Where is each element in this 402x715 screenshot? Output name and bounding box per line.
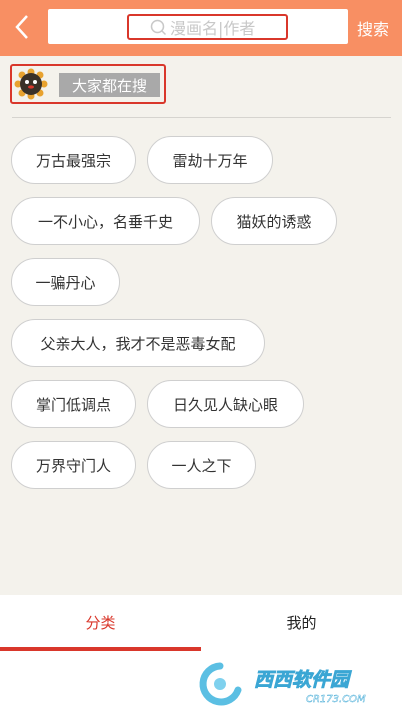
tab-mine[interactable]: 我的 bbox=[201, 595, 402, 649]
search-placeholder: 漫画名|作者 bbox=[170, 19, 256, 38]
search-field[interactable]: 漫画名|作者 bbox=[48, 9, 348, 44]
search-icon bbox=[150, 19, 167, 35]
hot-tag[interactable]: 猫妖的诱惑 bbox=[211, 197, 337, 245]
hot-tag[interactable]: 万界守门人 bbox=[11, 441, 136, 489]
hot-tag[interactable]: 一人之下 bbox=[147, 441, 256, 489]
hot-search-header: 大家都在搜 bbox=[10, 64, 166, 104]
back-button[interactable] bbox=[8, 12, 36, 42]
active-tab-indicator bbox=[0, 647, 201, 651]
top-bar: 漫画名|作者 搜索 bbox=[0, 0, 402, 56]
hot-tag[interactable]: 一骗丹心 bbox=[11, 258, 120, 306]
watermark-logo: 西西软件园 CR173.COM bbox=[199, 662, 366, 706]
hot-tag[interactable]: 一不小心，名垂千史 bbox=[11, 197, 200, 245]
hot-tag[interactable]: 万古最强宗 bbox=[11, 136, 136, 184]
hot-tag[interactable]: 父亲大人，我才不是恶毒女配 bbox=[11, 319, 265, 367]
hot-tag[interactable]: 雷劫十万年 bbox=[147, 136, 273, 184]
hot-tag[interactable]: 日久见人缺心眼 bbox=[147, 380, 304, 428]
mascot-icon bbox=[14, 68, 48, 100]
watermark-brand: 西西软件园 bbox=[254, 669, 352, 691]
hot-tag[interactable]: 掌门低调点 bbox=[11, 380, 136, 428]
search-button[interactable]: 搜索 bbox=[357, 16, 389, 40]
search-input[interactable]: 漫画名|作者 bbox=[150, 16, 255, 38]
watermark-url: CR173.COM bbox=[306, 694, 366, 705]
back-arrow-icon bbox=[15, 15, 28, 39]
hot-search-title: 大家都在搜 bbox=[59, 73, 160, 97]
tab-category[interactable]: 分类 bbox=[0, 595, 201, 649]
divider bbox=[12, 117, 391, 118]
